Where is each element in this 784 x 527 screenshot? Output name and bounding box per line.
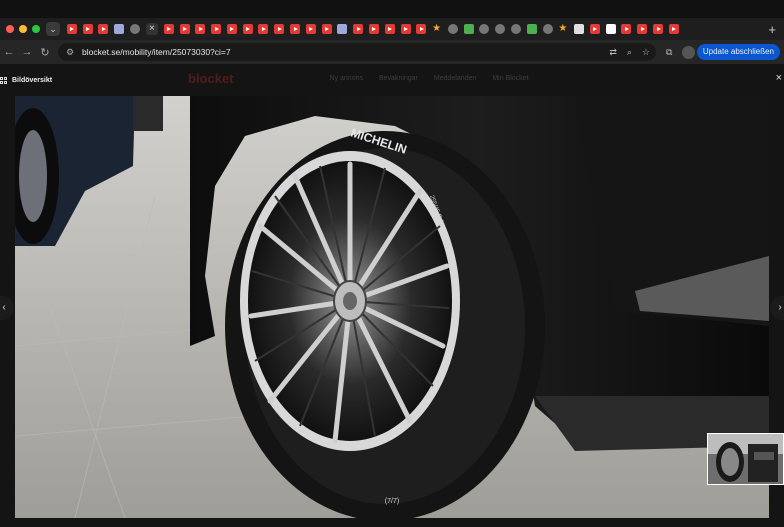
profile-avatar[interactable] xyxy=(682,45,696,59)
star-icon[interactable]: ★ xyxy=(558,24,568,34)
close-window-button[interactable] xyxy=(6,25,14,33)
chrome-icon[interactable] xyxy=(526,24,537,34)
youtube-icon[interactable] xyxy=(290,24,301,34)
youtube-icon[interactable] xyxy=(211,24,222,34)
grid-icon xyxy=(0,76,7,84)
tab-strip: ⌄ × ★ ★ + xyxy=(0,18,784,40)
youtube-icon[interactable] xyxy=(226,24,237,34)
image-overview-label: Bildöversikt xyxy=(12,76,53,84)
viewer-header: Bildöversikt × xyxy=(0,64,784,96)
star-icon[interactable]: ★ xyxy=(432,24,442,34)
bookmark-star-icon[interactable]: ☆ xyxy=(642,47,650,58)
youtube-icon[interactable] xyxy=(400,24,411,34)
address-bar[interactable]: ⚙ blocket.se/mobility/item/25073030?ci=7… xyxy=(58,43,656,61)
youtube-icon[interactable] xyxy=(274,24,285,34)
maximize-window-button[interactable] xyxy=(32,25,40,33)
youtube-icon[interactable] xyxy=(321,24,332,34)
thumbnail-preview xyxy=(708,434,783,484)
globe-icon[interactable] xyxy=(479,24,490,34)
site-info-icon[interactable]: ⚙ xyxy=(64,46,76,58)
new-tab-button[interactable]: + xyxy=(768,22,776,37)
translate-icon[interactable]: ⇄ xyxy=(609,47,617,58)
youtube-icon[interactable] xyxy=(242,24,253,34)
browser-toolbar: ← → ↻ ⚙ blocket.se/mobility/item/2507303… xyxy=(0,40,784,64)
image-overview-button[interactable]: Bildöversikt xyxy=(0,76,53,84)
ae-icon[interactable] xyxy=(337,24,348,34)
tab-search-button[interactable]: ⌄ xyxy=(46,22,60,36)
youtube-icon[interactable] xyxy=(668,24,679,34)
back-button[interactable]: ← xyxy=(0,46,18,58)
globe-icon[interactable] xyxy=(542,24,553,34)
window-controls xyxy=(6,25,40,33)
youtube-icon[interactable] xyxy=(653,24,664,34)
youtube-icon[interactable] xyxy=(637,24,648,34)
youtube-icon[interactable] xyxy=(195,24,206,34)
car-wheel-photo: MICHELIN 255/45 R 21 xyxy=(15,96,769,518)
close-tab-button[interactable]: × xyxy=(145,23,158,35)
youtube-icon[interactable] xyxy=(305,24,316,34)
next-image-button[interactable]: › xyxy=(770,296,784,320)
youtube-icon[interactable] xyxy=(589,24,600,34)
youtube-icon[interactable] xyxy=(368,24,379,34)
update-button[interactable]: Update abschließen xyxy=(696,44,780,60)
tab-list: × ★ ★ xyxy=(64,23,682,35)
generic-site-icon[interactable] xyxy=(130,24,141,34)
youtube-icon[interactable] xyxy=(621,24,632,34)
youtube-icon[interactable] xyxy=(353,24,364,34)
thumbnail-image[interactable] xyxy=(707,433,784,485)
youtube-icon[interactable] xyxy=(384,24,395,34)
youtube-icon[interactable] xyxy=(66,24,77,34)
reload-button[interactable]: ↻ xyxy=(36,46,54,59)
youtube-icon[interactable] xyxy=(98,24,109,34)
gmail-icon[interactable] xyxy=(605,24,616,34)
globe-icon[interactable] xyxy=(510,24,521,34)
chrome-icon[interactable] xyxy=(463,24,474,34)
image-viewer: blocket Ny annons Bevakningar Meddelande… xyxy=(0,64,784,527)
extensions-icon[interactable]: ⧉ xyxy=(666,47,672,58)
zoom-icon[interactable]: ⌕ xyxy=(627,47,632,58)
doc-icon[interactable] xyxy=(574,24,585,34)
youtube-icon[interactable] xyxy=(179,24,190,34)
youtube-icon[interactable] xyxy=(258,24,269,34)
ae-icon[interactable] xyxy=(114,24,125,34)
minimize-window-button[interactable] xyxy=(19,25,27,33)
forward-button[interactable]: → xyxy=(18,46,36,58)
close-viewer-button[interactable]: × xyxy=(776,72,782,84)
youtube-icon[interactable] xyxy=(82,24,93,34)
globe-icon[interactable] xyxy=(447,24,458,34)
image-counter: (7/7) xyxy=(384,498,400,505)
wheel-image: MICHELIN 255/45 R 21 xyxy=(15,96,769,518)
previous-image-button[interactable]: ‹ xyxy=(0,296,14,320)
url-text[interactable]: blocket.se/mobility/item/25073030?ci=7 xyxy=(82,47,231,57)
youtube-icon[interactable] xyxy=(416,24,427,34)
globe-icon[interactable] xyxy=(495,24,506,34)
youtube-icon[interactable] xyxy=(163,24,174,34)
